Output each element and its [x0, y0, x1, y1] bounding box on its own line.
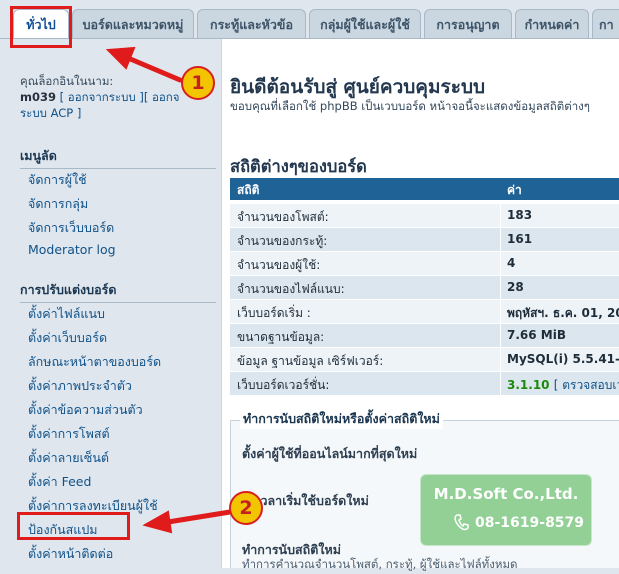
- annotation-badge-1: 1: [181, 66, 215, 100]
- arrow-2-line: [165, 509, 233, 525]
- arrow-1-head: [105, 46, 136, 70]
- arrow-2-head: [142, 510, 173, 534]
- annotation-badge-2: 2: [229, 491, 263, 525]
- annotation-arrows: [105, 46, 233, 534]
- arrow-1-line: [125, 55, 183, 83]
